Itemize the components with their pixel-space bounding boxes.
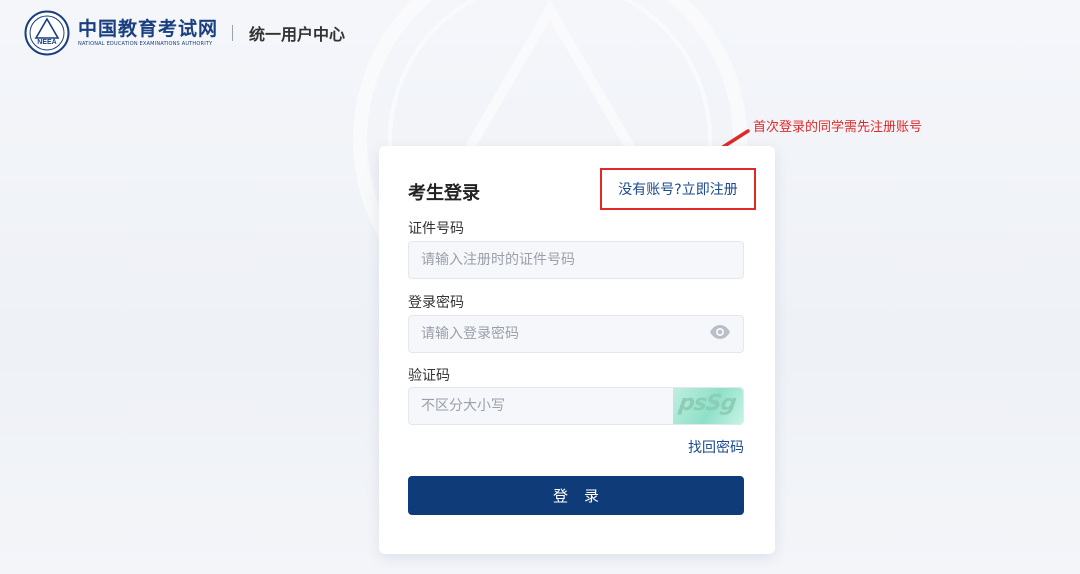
logo-emblem-text: NEEA [37, 39, 56, 46]
neea-emblem-icon[interactable]: NEEA [24, 10, 70, 56]
page-title: 统一用户中心 [249, 25, 346, 44]
eye-icon[interactable] [709, 324, 731, 340]
captcha-image-text: psSg [677, 391, 738, 416]
password-input[interactable] [408, 315, 744, 353]
register-link[interactable]: 没有账号?立即注册 [618, 179, 737, 199]
login-card: 考生登录 没有账号?立即注册 证件号码 登录密码 验证码 psSg 找回密码 登… [379, 146, 775, 554]
password-label: 登录密码 [408, 295, 464, 311]
id-number-input[interactable] [408, 241, 744, 279]
site-logo[interactable]: 中国教育考试网 NATIONAL EDUCATION EXAMINATIONS … [78, 18, 218, 48]
site-logo-cn: 中国教育考试网 [78, 18, 219, 40]
id-number-label: 证件号码 [408, 221, 464, 237]
register-highlight-box: 没有账号?立即注册 [600, 168, 756, 210]
annotation-note: 首次登录的同学需先注册账号 [753, 120, 923, 135]
captcha-image[interactable]: psSg [673, 388, 743, 424]
login-button[interactable]: 登录 [408, 476, 744, 515]
site-header: NEEA 中国教育考试网 NATIONAL EDUCATION EXAMINAT… [24, 8, 345, 58]
captcha-label: 验证码 [408, 368, 450, 384]
login-title: 考生登录 [408, 183, 480, 204]
forgot-password-link[interactable]: 找回密码 [688, 437, 744, 457]
site-logo-en: NATIONAL EDUCATION EXAMINATIONS AUTHORIT… [78, 41, 213, 47]
header-divider [232, 25, 234, 41]
